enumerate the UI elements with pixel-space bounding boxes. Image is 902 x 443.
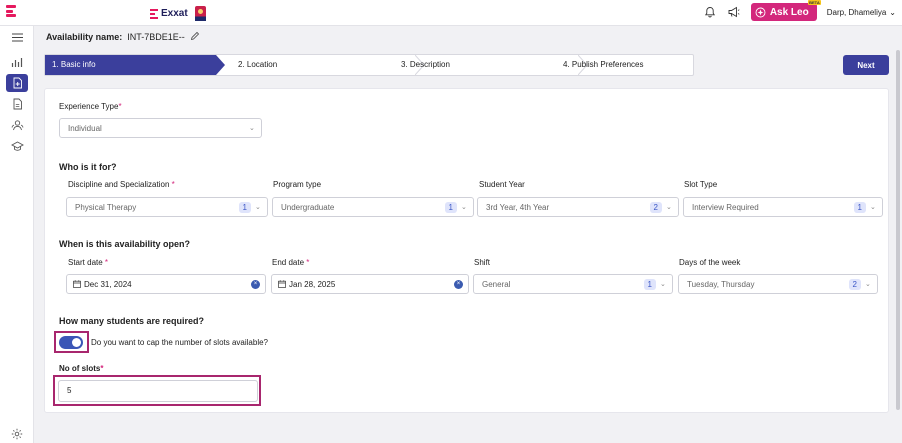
end-date-label: End date * [272,258,310,267]
cap-slots-toggle-label: Do you want to cap the number of slots a… [91,338,268,347]
ask-leo-label: Ask Leo [769,6,809,18]
progress-stepper: 1. Basic info 2. Location 3. Description… [44,54,694,76]
start-date-input[interactable]: Dec 31, 2024 × [66,274,266,294]
top-bar: Exxat Ask Leo BETA Darp, Dhameliya ⌄ [0,0,902,26]
program-type-value: Undergraduate [281,202,335,212]
calendar-icon [278,280,286,288]
app-menu-logo-icon[interactable] [6,5,16,21]
clear-date-icon[interactable]: × [251,280,260,289]
student-year-select[interactable]: 3rd Year, 4th Year 2 ⌄ [477,197,679,217]
exxat-logo-icon [150,8,158,19]
users-icon[interactable] [6,116,28,134]
bell-icon[interactable] [703,5,717,19]
shift-value: General [482,279,511,289]
availability-name: Availability name: INT-7BDE1E-- [46,31,200,43]
program-type-label: Program type [273,180,322,189]
sparkle-icon [755,7,766,17]
shift-label: Shift [474,258,491,267]
selected-count-badge: 1 [444,201,457,213]
analytics-icon[interactable] [6,53,28,71]
days-of-week-label: Days of the week [679,258,741,267]
discipline-select[interactable]: Physical Therapy 1 ⌄ [66,197,268,217]
who-section-title: Who is it for? [59,162,117,172]
availability-name-label: Availability name: [46,32,123,42]
selected-count-badge: 2 [848,278,861,290]
step-description[interactable]: 3. Description [401,55,450,75]
chevron-down-icon: ⌄ [889,7,896,17]
left-sidebar [0,26,34,443]
end-date-input[interactable]: Jan 28, 2025 × [271,274,469,294]
page-scrollbar[interactable] [896,50,900,410]
no-of-slots-input[interactable]: 5 [58,380,258,402]
student-year-label: Student Year [479,180,525,189]
selected-count-badge: 1 [853,201,866,213]
availability-name-value: INT-7BDE1E-- [127,32,185,42]
user-menu[interactable]: Darp, Dhameliya ⌄ [827,8,896,17]
settings-gear-icon[interactable] [6,425,28,443]
clear-date-icon[interactable]: × [454,280,463,289]
megaphone-icon[interactable] [727,5,741,19]
student-year-value: 3rd Year, 4th Year [486,202,550,212]
end-date-value: Jan 28, 2025 [289,279,336,289]
no-of-slots-label: No of slots* [59,364,104,373]
selected-count-badge: 1 [643,278,656,290]
cap-slots-toggle[interactable] [59,336,83,349]
when-section-title: When is this availability open? [59,239,191,249]
days-of-week-select[interactable]: Tuesday, Thursday 2 ⌄ [678,274,878,294]
slot-type-select[interactable]: Interview Required 1 ⌄ [683,197,883,217]
days-of-week-value: Tuesday, Thursday [687,279,755,289]
slot-type-value: Interview Required [692,202,759,212]
document-icon[interactable] [6,95,28,113]
chevron-down-icon: ⌄ [870,204,876,211]
step-location[interactable]: 2. Location [238,55,277,75]
brand-logo: Exxat [150,6,206,21]
step-publish-preferences[interactable]: 4. Publish Preferences [563,55,644,75]
step-basic-info[interactable]: 1. Basic info [52,55,96,75]
beta-badge: BETA [808,0,821,5]
chevron-down-icon: ⌄ [461,204,467,211]
calendar-icon [73,280,81,288]
chevron-down-icon: ⌄ [660,281,666,288]
selected-count-badge: 1 [238,201,251,213]
graduation-cap-icon[interactable] [6,137,28,155]
chevron-down-icon: ⌄ [249,125,255,132]
next-button[interactable]: Next [843,55,889,75]
start-date-label: Start date * [68,258,109,267]
start-date-value: Dec 31, 2024 [84,279,132,289]
ask-leo-button[interactable]: Ask Leo BETA [750,0,821,21]
shift-select[interactable]: General 1 ⌄ [473,274,673,294]
experience-type-select[interactable]: Individual ⌄ [59,118,262,138]
chevron-down-icon: ⌄ [865,281,871,288]
experience-type-label: Experience Type* [59,102,122,111]
program-type-select[interactable]: Undergraduate 1 ⌄ [272,197,474,217]
brand-name: Exxat [161,8,188,19]
slot-type-label: Slot Type [684,180,718,189]
hamburger-menu-icon[interactable] [6,28,28,46]
add-document-icon[interactable] [6,74,28,92]
chevron-down-icon: ⌄ [255,204,261,211]
discipline-value: Physical Therapy [75,202,137,212]
org-badge-icon [194,6,206,21]
chevron-down-icon: ⌄ [666,204,672,211]
discipline-label: Discipline and Specialization * [68,180,175,189]
students-section-title: How many students are required? [59,316,205,326]
experience-type-value: Individual [68,123,102,133]
edit-pencil-icon[interactable] [190,31,200,43]
user-name: Darp, Dhameliya [826,7,887,17]
selected-count-badge: 2 [649,201,662,213]
